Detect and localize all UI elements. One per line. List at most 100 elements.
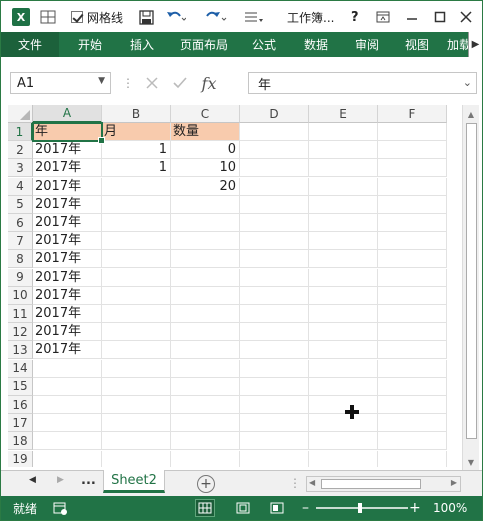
- cell-b11[interactable]: [102, 305, 171, 323]
- cell-f15[interactable]: [378, 377, 447, 396]
- cell-b9[interactable]: [102, 268, 171, 287]
- cell-c6[interactable]: [171, 214, 240, 232]
- cell-b16[interactable]: [102, 396, 171, 414]
- sheet-tab-sheet2[interactable]: Sheet2: [103, 470, 165, 493]
- column-header-c[interactable]: C: [171, 105, 240, 123]
- cell-d11[interactable]: [240, 305, 309, 323]
- insert-function-icon[interactable]: fx: [194, 74, 224, 93]
- cell-c7[interactable]: [171, 232, 240, 251]
- cell-f8[interactable]: [378, 250, 447, 269]
- cell-f19[interactable]: [378, 450, 447, 467]
- tab-view[interactable]: 视图: [397, 32, 437, 57]
- cell-d3[interactable]: [240, 159, 309, 178]
- cell-c8[interactable]: [171, 250, 240, 269]
- customize-qat-icon[interactable]: [244, 7, 264, 27]
- cell-d18[interactable]: [240, 432, 309, 451]
- select-all-button[interactable]: [8, 105, 33, 123]
- cell-f9[interactable]: [378, 268, 447, 287]
- cell-d17[interactable]: [240, 414, 309, 433]
- cell-e8[interactable]: [309, 250, 378, 269]
- cell-c15[interactable]: [171, 377, 240, 396]
- cell-c5[interactable]: [171, 195, 240, 214]
- cell-b10[interactable]: [102, 286, 171, 305]
- cell-a3[interactable]: 2017年: [33, 159, 102, 178]
- cell-f2[interactable]: [378, 141, 447, 160]
- cell-e13[interactable]: [309, 341, 378, 360]
- chevron-down-icon[interactable]: ▼: [98, 76, 105, 86]
- cell-d12[interactable]: [240, 323, 309, 342]
- excel-logo[interactable]: X: [12, 7, 30, 27]
- scroll-right-icon[interactable]: ▶: [451, 478, 457, 487]
- cell-a2[interactable]: 2017年: [33, 141, 102, 160]
- cell-a9[interactable]: 2017年: [33, 268, 102, 287]
- cell-e1[interactable]: [309, 123, 378, 141]
- cell-d5[interactable]: [240, 195, 309, 214]
- maximize-icon[interactable]: [434, 7, 446, 27]
- cell-a1[interactable]: 年: [33, 123, 102, 141]
- cell-a6[interactable]: 2017年: [33, 214, 102, 232]
- cell-d14[interactable]: [240, 359, 309, 378]
- cell-d19[interactable]: [240, 450, 309, 467]
- zoom-slider[interactable]: [316, 496, 408, 520]
- cell-c18[interactable]: [171, 432, 240, 451]
- row-header-16[interactable]: 16: [8, 396, 33, 414]
- cell-b19[interactable]: [102, 450, 171, 467]
- cell-a10[interactable]: 2017年: [33, 286, 102, 305]
- row-header-19[interactable]: 19: [8, 450, 33, 467]
- row-header-9[interactable]: 9: [8, 268, 33, 287]
- row-header-15[interactable]: 15: [8, 377, 33, 396]
- row-header-8[interactable]: 8: [8, 250, 33, 269]
- macro-record-icon[interactable]: [53, 496, 67, 520]
- cell-c14[interactable]: [171, 359, 240, 378]
- cell-a8[interactable]: 2017年: [33, 250, 102, 269]
- cell-c11[interactable]: [171, 305, 240, 323]
- cell-f18[interactable]: [378, 432, 447, 451]
- cell-a18[interactable]: [33, 432, 102, 451]
- cell-b15[interactable]: [102, 377, 171, 396]
- gridlines-toggle[interactable]: 网格线: [71, 7, 123, 27]
- cell-f7[interactable]: [378, 232, 447, 251]
- cell-e15[interactable]: [309, 377, 378, 396]
- cell-c19[interactable]: [171, 450, 240, 467]
- row-header-1[interactable]: 1: [8, 123, 33, 141]
- cell-f5[interactable]: [378, 195, 447, 214]
- cell-f17[interactable]: [378, 414, 447, 433]
- cell-f12[interactable]: [378, 323, 447, 342]
- cell-a7[interactable]: 2017年: [33, 232, 102, 251]
- cell-f3[interactable]: [378, 159, 447, 178]
- cell-d15[interactable]: [240, 377, 309, 396]
- cell-f16[interactable]: [378, 396, 447, 414]
- tab-splitter-icon[interactable]: ⋮: [289, 476, 301, 490]
- cell-b2[interactable]: 1: [102, 141, 171, 160]
- column-header-b[interactable]: B: [102, 105, 171, 123]
- cell-d2[interactable]: [240, 141, 309, 160]
- name-box[interactable]: A1 ▼: [10, 72, 111, 94]
- row-header-7[interactable]: 7: [8, 232, 33, 251]
- cell-f14[interactable]: [378, 359, 447, 378]
- scroll-down-icon[interactable]: ▼: [463, 454, 479, 470]
- cell-f10[interactable]: [378, 286, 447, 305]
- horizontal-scrollbar[interactable]: ◀ ▶: [306, 476, 461, 492]
- help-icon[interactable]: ?: [351, 7, 359, 27]
- cell-e16[interactable]: [309, 396, 378, 414]
- cancel-icon[interactable]: [138, 76, 166, 90]
- cell-a13[interactable]: 2017年: [33, 341, 102, 360]
- cell-a17[interactable]: [33, 414, 102, 433]
- cell-b12[interactable]: [102, 323, 171, 342]
- tab-data[interactable]: 数据: [295, 32, 337, 57]
- expand-formula-icon[interactable]: ⌄: [463, 76, 472, 89]
- cell-d6[interactable]: [240, 214, 309, 232]
- vertical-scroll-thumb[interactable]: [466, 123, 477, 439]
- save-icon[interactable]: [139, 7, 154, 27]
- worksheet-grid[interactable]: A B C D E F 1 年月数量 2 2017年 1 0 3 2017年 1 10 4 2017年 20 5 201…: [8, 105, 460, 467]
- prev-sheet-icon[interactable]: ◀: [29, 475, 36, 485]
- cell-a14[interactable]: [33, 359, 102, 378]
- cell-c10[interactable]: [171, 286, 240, 305]
- cell-b1[interactable]: 月: [102, 123, 171, 141]
- zoom-level[interactable]: 100%: [433, 496, 467, 520]
- tab-home[interactable]: 开始: [67, 32, 113, 57]
- cell-e7[interactable]: [309, 232, 378, 251]
- next-sheet-icon[interactable]: ▶: [57, 475, 64, 485]
- cell-b6[interactable]: [102, 214, 171, 232]
- cell-c16[interactable]: [171, 396, 240, 414]
